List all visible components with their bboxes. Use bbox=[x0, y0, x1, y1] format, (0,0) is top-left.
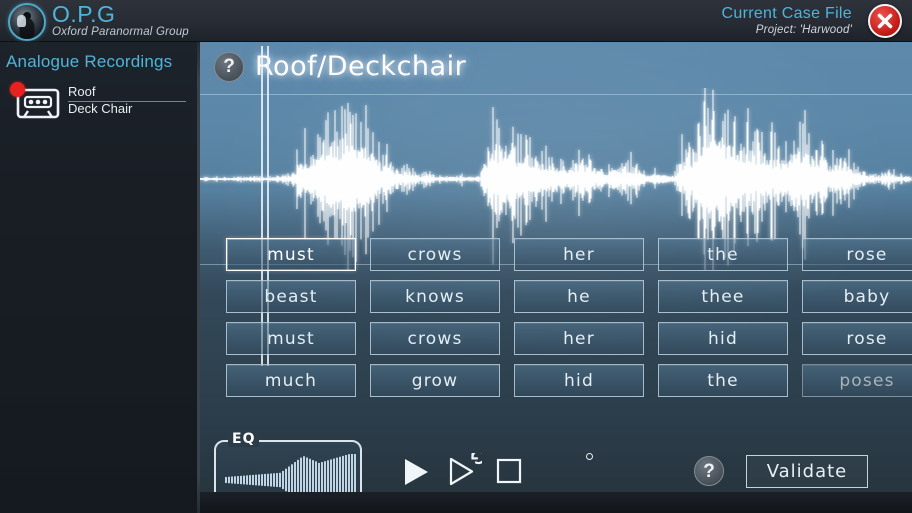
word-button-label: hid bbox=[708, 328, 738, 349]
page-title: Roof/Deckchair bbox=[255, 51, 467, 82]
word-button[interactable]: the bbox=[658, 364, 788, 397]
word-button-label: must bbox=[267, 328, 315, 349]
app-root: O.P.G Oxford Paranormal Group Current Ca… bbox=[0, 0, 912, 513]
word-button[interactable]: hid bbox=[514, 364, 644, 397]
stop-square-icon bbox=[496, 458, 522, 484]
word-button[interactable]: must bbox=[226, 238, 356, 271]
word-button-label: rose bbox=[846, 328, 888, 349]
word-button-label: rose bbox=[846, 244, 888, 265]
word-button[interactable]: hid bbox=[658, 322, 788, 355]
brand-block: O.P.G Oxford Paranormal Group bbox=[52, 2, 189, 39]
loop-play-icon bbox=[449, 449, 486, 486]
word-button-label: the bbox=[707, 244, 739, 265]
ghost-hand-logo-icon bbox=[8, 3, 46, 41]
loop-play-button[interactable] bbox=[446, 449, 486, 492]
word-button-label: her bbox=[563, 328, 595, 349]
brand-name: O.P.G bbox=[52, 1, 116, 27]
word-button[interactable]: her bbox=[514, 322, 644, 355]
toolbar-help-icon[interactable]: ? bbox=[694, 456, 724, 486]
case-project-name: Project: 'Harwood' bbox=[755, 24, 852, 36]
play-button[interactable] bbox=[400, 456, 432, 492]
brand-subtitle: Oxford Paranormal Group bbox=[52, 26, 189, 38]
opg-logo bbox=[8, 3, 46, 41]
eq-label: EQ bbox=[228, 432, 260, 447]
sidebar-item-recording[interactable]: Roof Deck Chair bbox=[10, 82, 188, 124]
playback-toolbar: EQ ? Validate bbox=[214, 432, 904, 492]
word-button-label: the bbox=[707, 370, 739, 391]
close-button[interactable] bbox=[868, 4, 902, 38]
word-button[interactable]: baby bbox=[802, 280, 912, 313]
current-case-block: Current Case File Project: 'Harwood' bbox=[722, 4, 852, 37]
word-button[interactable]: thee bbox=[658, 280, 788, 313]
eq-panel[interactable]: EQ bbox=[214, 432, 362, 492]
sidebar: Analogue Recordings Roof Deck Chair bbox=[0, 42, 197, 513]
word-button-label: her bbox=[563, 244, 595, 265]
main-panel: ? Roof/Deckchair must crows her the rose beas… bbox=[200, 42, 912, 492]
case-file-title: Current Case File bbox=[721, 5, 852, 22]
recording-underline bbox=[68, 101, 186, 102]
word-button-label: much bbox=[264, 370, 318, 391]
word-button[interactable]: her bbox=[514, 238, 644, 271]
word-button[interactable]: crows bbox=[370, 238, 500, 271]
status-dot-icon bbox=[586, 453, 593, 460]
recording-line-2: Deck Chair bbox=[68, 101, 133, 116]
word-button-label: poses bbox=[839, 370, 895, 391]
word-button-label: baby bbox=[843, 286, 891, 307]
word-button-label: knows bbox=[405, 286, 465, 307]
play-triangle-icon bbox=[405, 459, 428, 485]
word-button[interactable]: rose bbox=[802, 238, 912, 271]
recording-title-row: ? Roof/Deckchair bbox=[214, 51, 466, 82]
word-button[interactable]: much bbox=[226, 364, 356, 397]
word-button[interactable]: rose bbox=[802, 322, 912, 355]
eq-waveform-bars bbox=[225, 454, 356, 492]
word-button-label: must bbox=[267, 244, 315, 265]
word-button-label: crows bbox=[407, 244, 463, 265]
validate-label: Validate bbox=[766, 461, 848, 482]
word-button-label: beast bbox=[264, 286, 318, 307]
validate-button[interactable]: Validate bbox=[746, 455, 868, 488]
word-button-label: he bbox=[567, 286, 591, 307]
word-button-label: thee bbox=[701, 286, 745, 307]
word-button[interactable]: he bbox=[514, 280, 644, 313]
word-choice-grid: must crows her the rose beast knows he thee baby m… bbox=[226, 238, 912, 397]
word-button-label: grow bbox=[411, 370, 459, 391]
stop-button[interactable] bbox=[496, 458, 522, 489]
word-button[interactable]: beast bbox=[226, 280, 356, 313]
title-help-icon[interactable]: ? bbox=[214, 51, 244, 82]
word-button[interactable]: knows bbox=[370, 280, 500, 313]
word-button[interactable]: crows bbox=[370, 322, 500, 355]
title-bar: O.P.G Oxford Paranormal Group Current Ca… bbox=[0, 0, 912, 42]
main-panel-footer bbox=[200, 492, 912, 513]
word-button[interactable]: grow bbox=[370, 364, 500, 397]
recording-label: Roof Deck Chair bbox=[68, 83, 186, 117]
word-button[interactable]: must bbox=[226, 322, 356, 355]
word-button[interactable]: the bbox=[658, 238, 788, 271]
word-button-label: hid bbox=[564, 370, 594, 391]
sidebar-title: Analogue Recordings bbox=[6, 52, 173, 71]
word-button-label: crows bbox=[407, 328, 463, 349]
recording-line-1: Roof bbox=[68, 84, 96, 99]
word-button[interactable]: poses bbox=[802, 364, 912, 397]
record-dot-icon bbox=[10, 82, 25, 97]
